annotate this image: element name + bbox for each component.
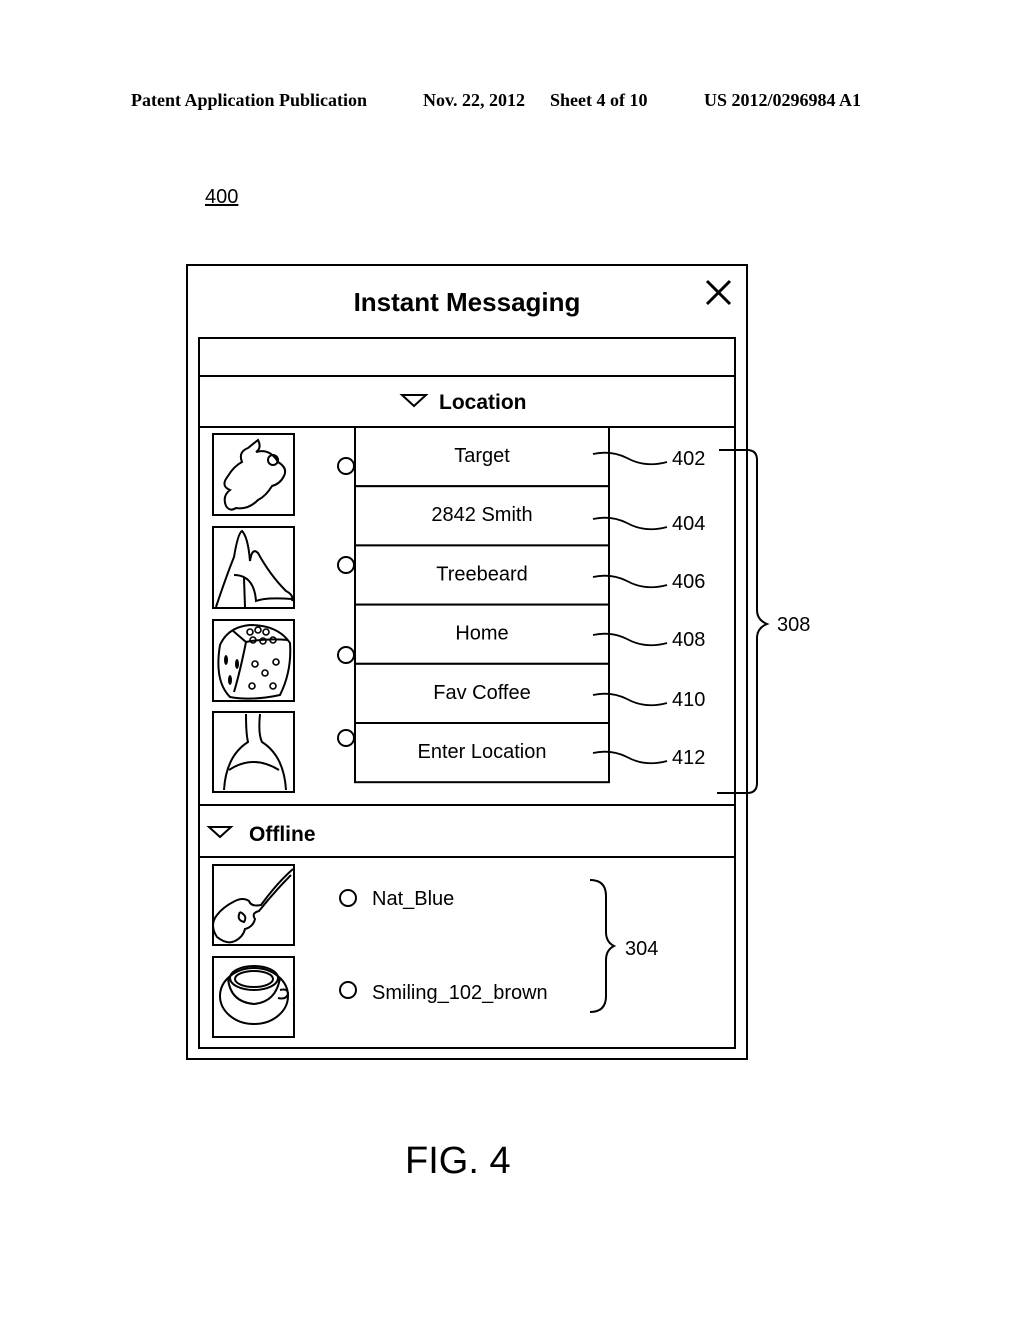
location-menu-label: Target (454, 445, 510, 467)
bracket-308 (717, 449, 770, 794)
location-menu-label: Enter Location (418, 741, 547, 763)
contact-name: Smiling_102_brown (372, 982, 548, 1004)
status-indicator (339, 981, 357, 999)
bracket-304 (589, 879, 617, 1013)
ref-label: 406 (672, 571, 705, 593)
figure-caption: FIG. 4 (405, 1140, 511, 1182)
window-title: Instant Messaging (354, 287, 581, 317)
location-menu: Target 402 2842 Smith 404 Treebeard 406 Home 40… (354, 426, 705, 784)
location-menu-item[interactable]: Fav Coffee (354, 662, 610, 724)
contact-item[interactable]: Smiling_102_brown (339, 981, 548, 1004)
triangle-down-icon (206, 826, 234, 839)
search-row[interactable] (200, 339, 734, 375)
figure-drawing: Instant Messaging Location Target 402284… (186, 264, 810, 1060)
location-menu-label: Home (455, 623, 508, 645)
close-icon[interactable] (705, 279, 732, 306)
location-menu-label: Treebeard (436, 563, 528, 585)
status-indicator (337, 457, 355, 475)
location-menu-item[interactable]: 2842 Smith (354, 485, 610, 547)
group-header-location[interactable]: Location (399, 391, 527, 414)
location-menu-item[interactable]: Treebeard (354, 544, 610, 606)
location-menu-item[interactable]: Target (354, 426, 610, 488)
location-menu-item[interactable]: Enter Location (354, 722, 610, 784)
ref-label: 410 (672, 689, 705, 711)
ref-label: 408 (672, 629, 705, 651)
group-label-location: Location (439, 391, 527, 414)
ref-label: 402 (672, 448, 705, 470)
status-indicator (337, 729, 355, 747)
contact-item[interactable]: Nat_Blue (339, 888, 454, 910)
ref-label: 412 (672, 747, 705, 769)
mountain-icon (212, 526, 295, 609)
ref-label: 404 (672, 513, 705, 535)
status-indicator (339, 889, 357, 907)
group-label-offline: Offline (249, 823, 316, 846)
contact-name: Nat_Blue (372, 888, 454, 910)
location-menu-label: 2842 Smith (431, 504, 532, 526)
status-indicator (337, 556, 355, 574)
ref-label-308: 308 (777, 614, 810, 636)
status-indicator (337, 646, 355, 664)
ref-label-304: 304 (625, 938, 658, 960)
location-menu-item[interactable]: Home (354, 603, 610, 665)
group-header-offline[interactable]: Offline (206, 823, 316, 846)
location-menu-label: Fav Coffee (433, 682, 530, 704)
triangle-down-icon (399, 394, 429, 408)
